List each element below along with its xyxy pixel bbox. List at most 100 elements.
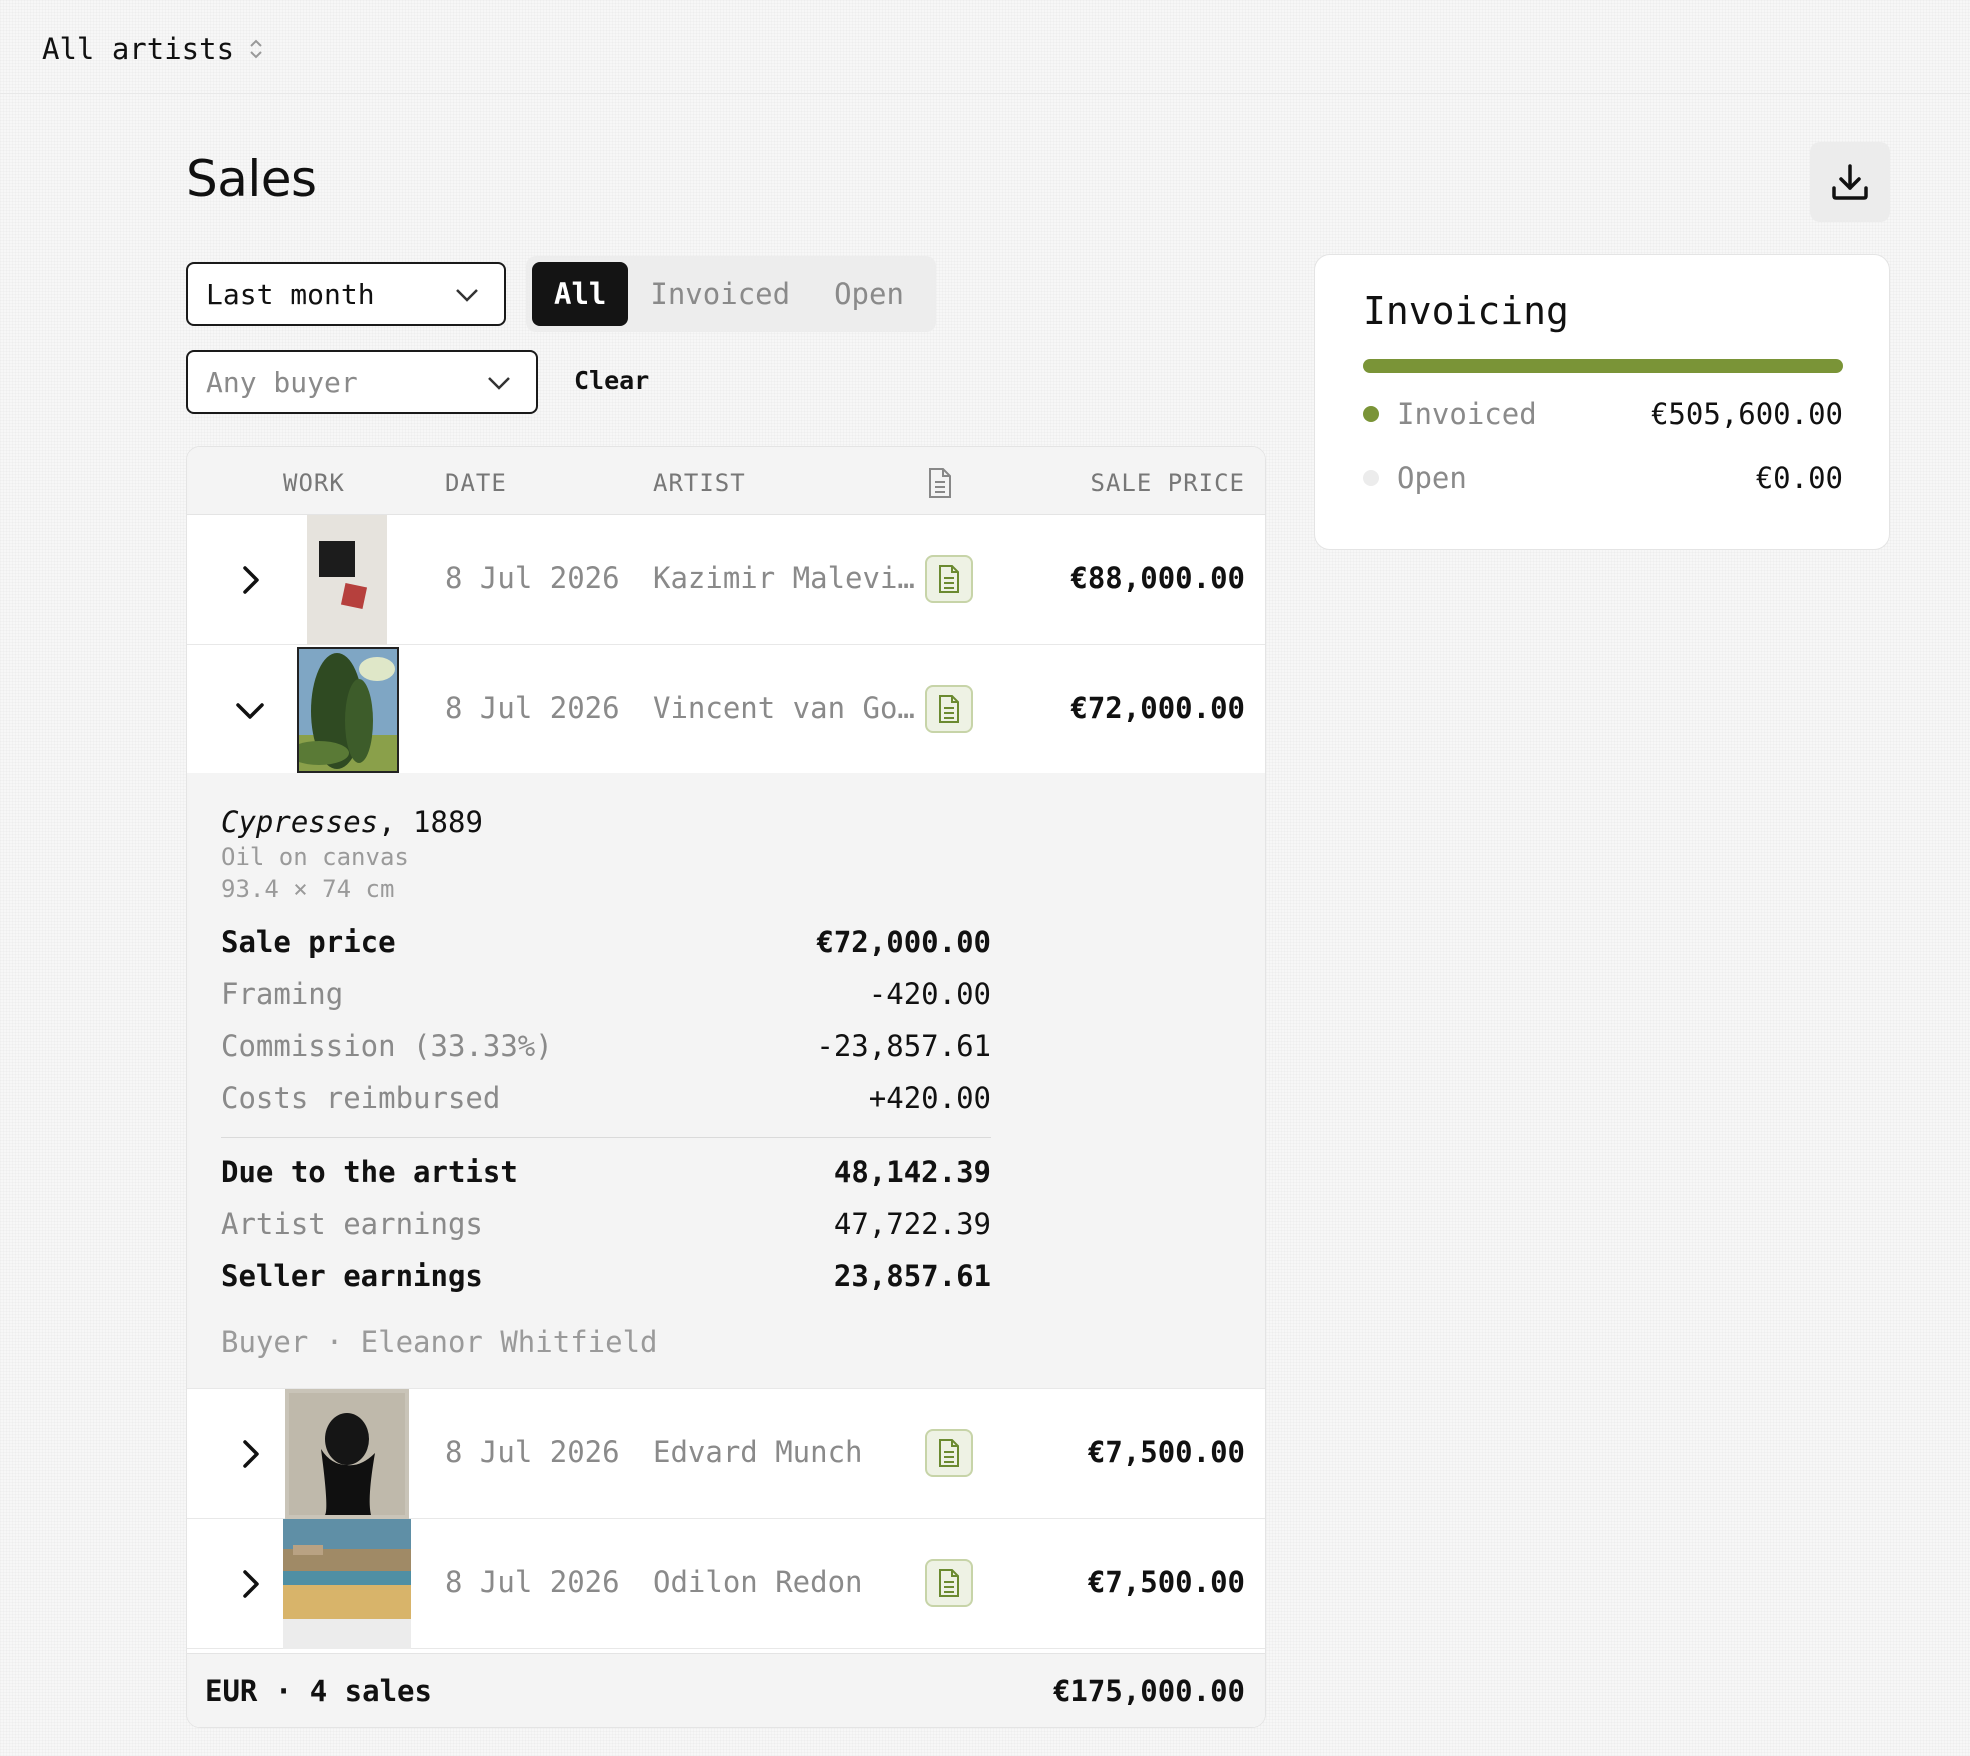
sale-date: 8 Jul 2026 <box>445 691 620 725</box>
sale-price: €7,500.00 <box>1087 1435 1245 1469</box>
chevron-down-icon <box>488 377 510 390</box>
tab-all[interactable]: All <box>532 262 629 326</box>
suprematist-painting-image <box>319 541 368 610</box>
line-amount: -23,857.61 <box>816 1029 991 1063</box>
legend-invoiced: Invoiced €505,600.00 <box>1363 397 1843 431</box>
buyer-placeholder: Any buyer <box>206 365 358 399</box>
chevron-down-icon <box>456 289 478 302</box>
invoice-document-button[interactable] <box>925 685 973 733</box>
line-amount: -420.00 <box>868 977 991 1011</box>
line-label: Seller earnings <box>221 1259 483 1293</box>
header-artist[interactable]: ARTIST <box>653 469 746 497</box>
artwork-dimensions: 93.4 × 74 cm <box>221 875 395 903</box>
chevron-right-icon[interactable] <box>231 561 269 599</box>
download-icon <box>1832 164 1868 200</box>
sale-price: €72,000.00 <box>1070 691 1245 725</box>
line-label: Costs reimbursed <box>221 1081 501 1115</box>
legend-label: Open <box>1397 461 1467 495</box>
open-dot <box>1363 470 1379 486</box>
invoicing-progress-bar <box>1363 359 1843 373</box>
line-commission: Commission (33.33%) -23,857.61 <box>221 1029 991 1063</box>
sales-total: €175,000.00 <box>1052 1674 1245 1708</box>
artist-filter-select[interactable]: All artists <box>42 32 264 66</box>
page-title: Sales <box>186 150 317 208</box>
cypresses-painting-image <box>299 649 397 771</box>
line-due-to-artist: Due to the artist 48,142.39 <box>221 1155 991 1189</box>
header-work[interactable]: WORK <box>283 469 345 497</box>
tab-invoiced[interactable]: Invoiced <box>628 262 812 326</box>
invoicing-card: Invoicing Invoiced €505,600.00 Open €0.0… <box>1314 254 1890 550</box>
document-icon <box>939 1569 959 1597</box>
document-icon <box>939 1439 959 1467</box>
line-label: Framing <box>221 977 344 1011</box>
sale-date: 8 Jul 2026 <box>445 1565 620 1599</box>
sales-summary: EUR · 4 sales <box>205 1674 432 1708</box>
line-framing: Framing -420.00 <box>221 977 991 1011</box>
artwork-thumbnail <box>297 647 399 773</box>
chevron-down-icon[interactable] <box>231 691 269 729</box>
legend-open: Open €0.00 <box>1363 461 1843 495</box>
table-row[interactable]: 8 Jul 2026 Edvard Munch €7,500.00 <box>187 1389 1265 1519</box>
tab-open[interactable]: Open <box>812 262 926 326</box>
download-button[interactable] <box>1810 142 1890 222</box>
sale-date: 8 Jul 2026 <box>445 1435 620 1469</box>
artwork-year: , 1889 <box>378 805 483 839</box>
clear-button[interactable]: Clear <box>574 366 649 395</box>
top-bar: All artists <box>0 0 1970 94</box>
legend-amount: €505,600.00 <box>1650 397 1843 431</box>
artwork-thumbnail <box>283 1519 411 1649</box>
line-amount: 47,722.39 <box>833 1207 991 1241</box>
sale-price: €88,000.00 <box>1070 561 1245 595</box>
chevron-right-icon[interactable] <box>231 1565 269 1603</box>
table-footer: EUR · 4 sales €175,000.00 <box>187 1653 1265 1727</box>
artist-name: Kazimir Malevi… <box>653 561 915 595</box>
table-row[interactable]: 8 Jul 2026 Odilon Redon €7,500.00 <box>187 1519 1265 1649</box>
invoice-document-button[interactable] <box>925 1429 973 1477</box>
table-row[interactable]: 8 Jul 2026 Kazimir Malevi… €88,000.00 <box>187 515 1265 645</box>
sale-date: 8 Jul 2026 <box>445 561 620 595</box>
legend-amount: €0.00 <box>1755 461 1843 495</box>
invoice-document-button[interactable] <box>925 1559 973 1607</box>
sales-table: WORK DATE ARTIST SALE PRICE 8 Jul 2026 K… <box>186 446 1266 1728</box>
buyer-dropdown[interactable]: Any buyer <box>186 350 538 414</box>
chevron-up-down-icon <box>250 39 262 59</box>
artist-name: Edvard Munch <box>653 1435 863 1469</box>
divider <box>221 1137 991 1138</box>
line-amount: 23,857.61 <box>833 1259 991 1293</box>
chevron-right-icon[interactable] <box>231 1435 269 1473</box>
line-label: Due to the artist <box>221 1155 518 1189</box>
line-amount: €72,000.00 <box>816 925 991 959</box>
period-value: Last month <box>206 277 375 311</box>
artwork-title: Cypresses <box>221 805 379 839</box>
status-segmented-control: All Invoiced Open <box>526 256 936 332</box>
munch-painting-image <box>289 1393 405 1515</box>
redon-painting-image <box>283 1519 411 1619</box>
sale-detail-panel: Cypresses, 1889 Oil on canvas 93.4 × 74 … <box>187 773 1265 1389</box>
line-label: Sale price <box>221 925 396 959</box>
document-icon <box>939 695 959 723</box>
line-costs-reimbursed: Costs reimbursed +420.00 <box>221 1081 991 1115</box>
artwork-thumbnail <box>307 515 387 645</box>
invoiced-dot <box>1363 406 1379 422</box>
line-sale-price: Sale price €72,000.00 <box>221 925 991 959</box>
artwork-medium: Oil on canvas <box>221 843 409 871</box>
line-label: Artist earnings <box>221 1207 483 1241</box>
line-amount: 48,142.39 <box>833 1155 991 1189</box>
period-dropdown[interactable]: Last month <box>186 262 506 326</box>
table-row[interactable]: 8 Jul 2026 Vincent van Go… €72,000.00 <box>187 645 1265 775</box>
header-date[interactable]: DATE <box>445 469 507 497</box>
line-amount: +420.00 <box>868 1081 991 1115</box>
sale-price: €7,500.00 <box>1087 1565 1245 1599</box>
table-header: WORK DATE ARTIST SALE PRICE <box>187 447 1265 515</box>
invoice-document-button[interactable] <box>925 555 973 603</box>
artist-name: Odilon Redon <box>653 1565 863 1599</box>
line-artist-earnings: Artist earnings 47,722.39 <box>221 1207 991 1241</box>
document-icon <box>929 468 951 498</box>
artist-filter-label: All artists <box>42 32 235 66</box>
line-seller-earnings: Seller earnings 23,857.61 <box>221 1259 991 1293</box>
header-sale-price[interactable]: SALE PRICE <box>1091 469 1246 497</box>
document-icon <box>939 565 959 593</box>
buyer-info: Buyer · Eleanor Whitfield <box>221 1325 658 1359</box>
line-label: Commission (33.33%) <box>221 1029 553 1063</box>
legend-label: Invoiced <box>1397 397 1537 431</box>
